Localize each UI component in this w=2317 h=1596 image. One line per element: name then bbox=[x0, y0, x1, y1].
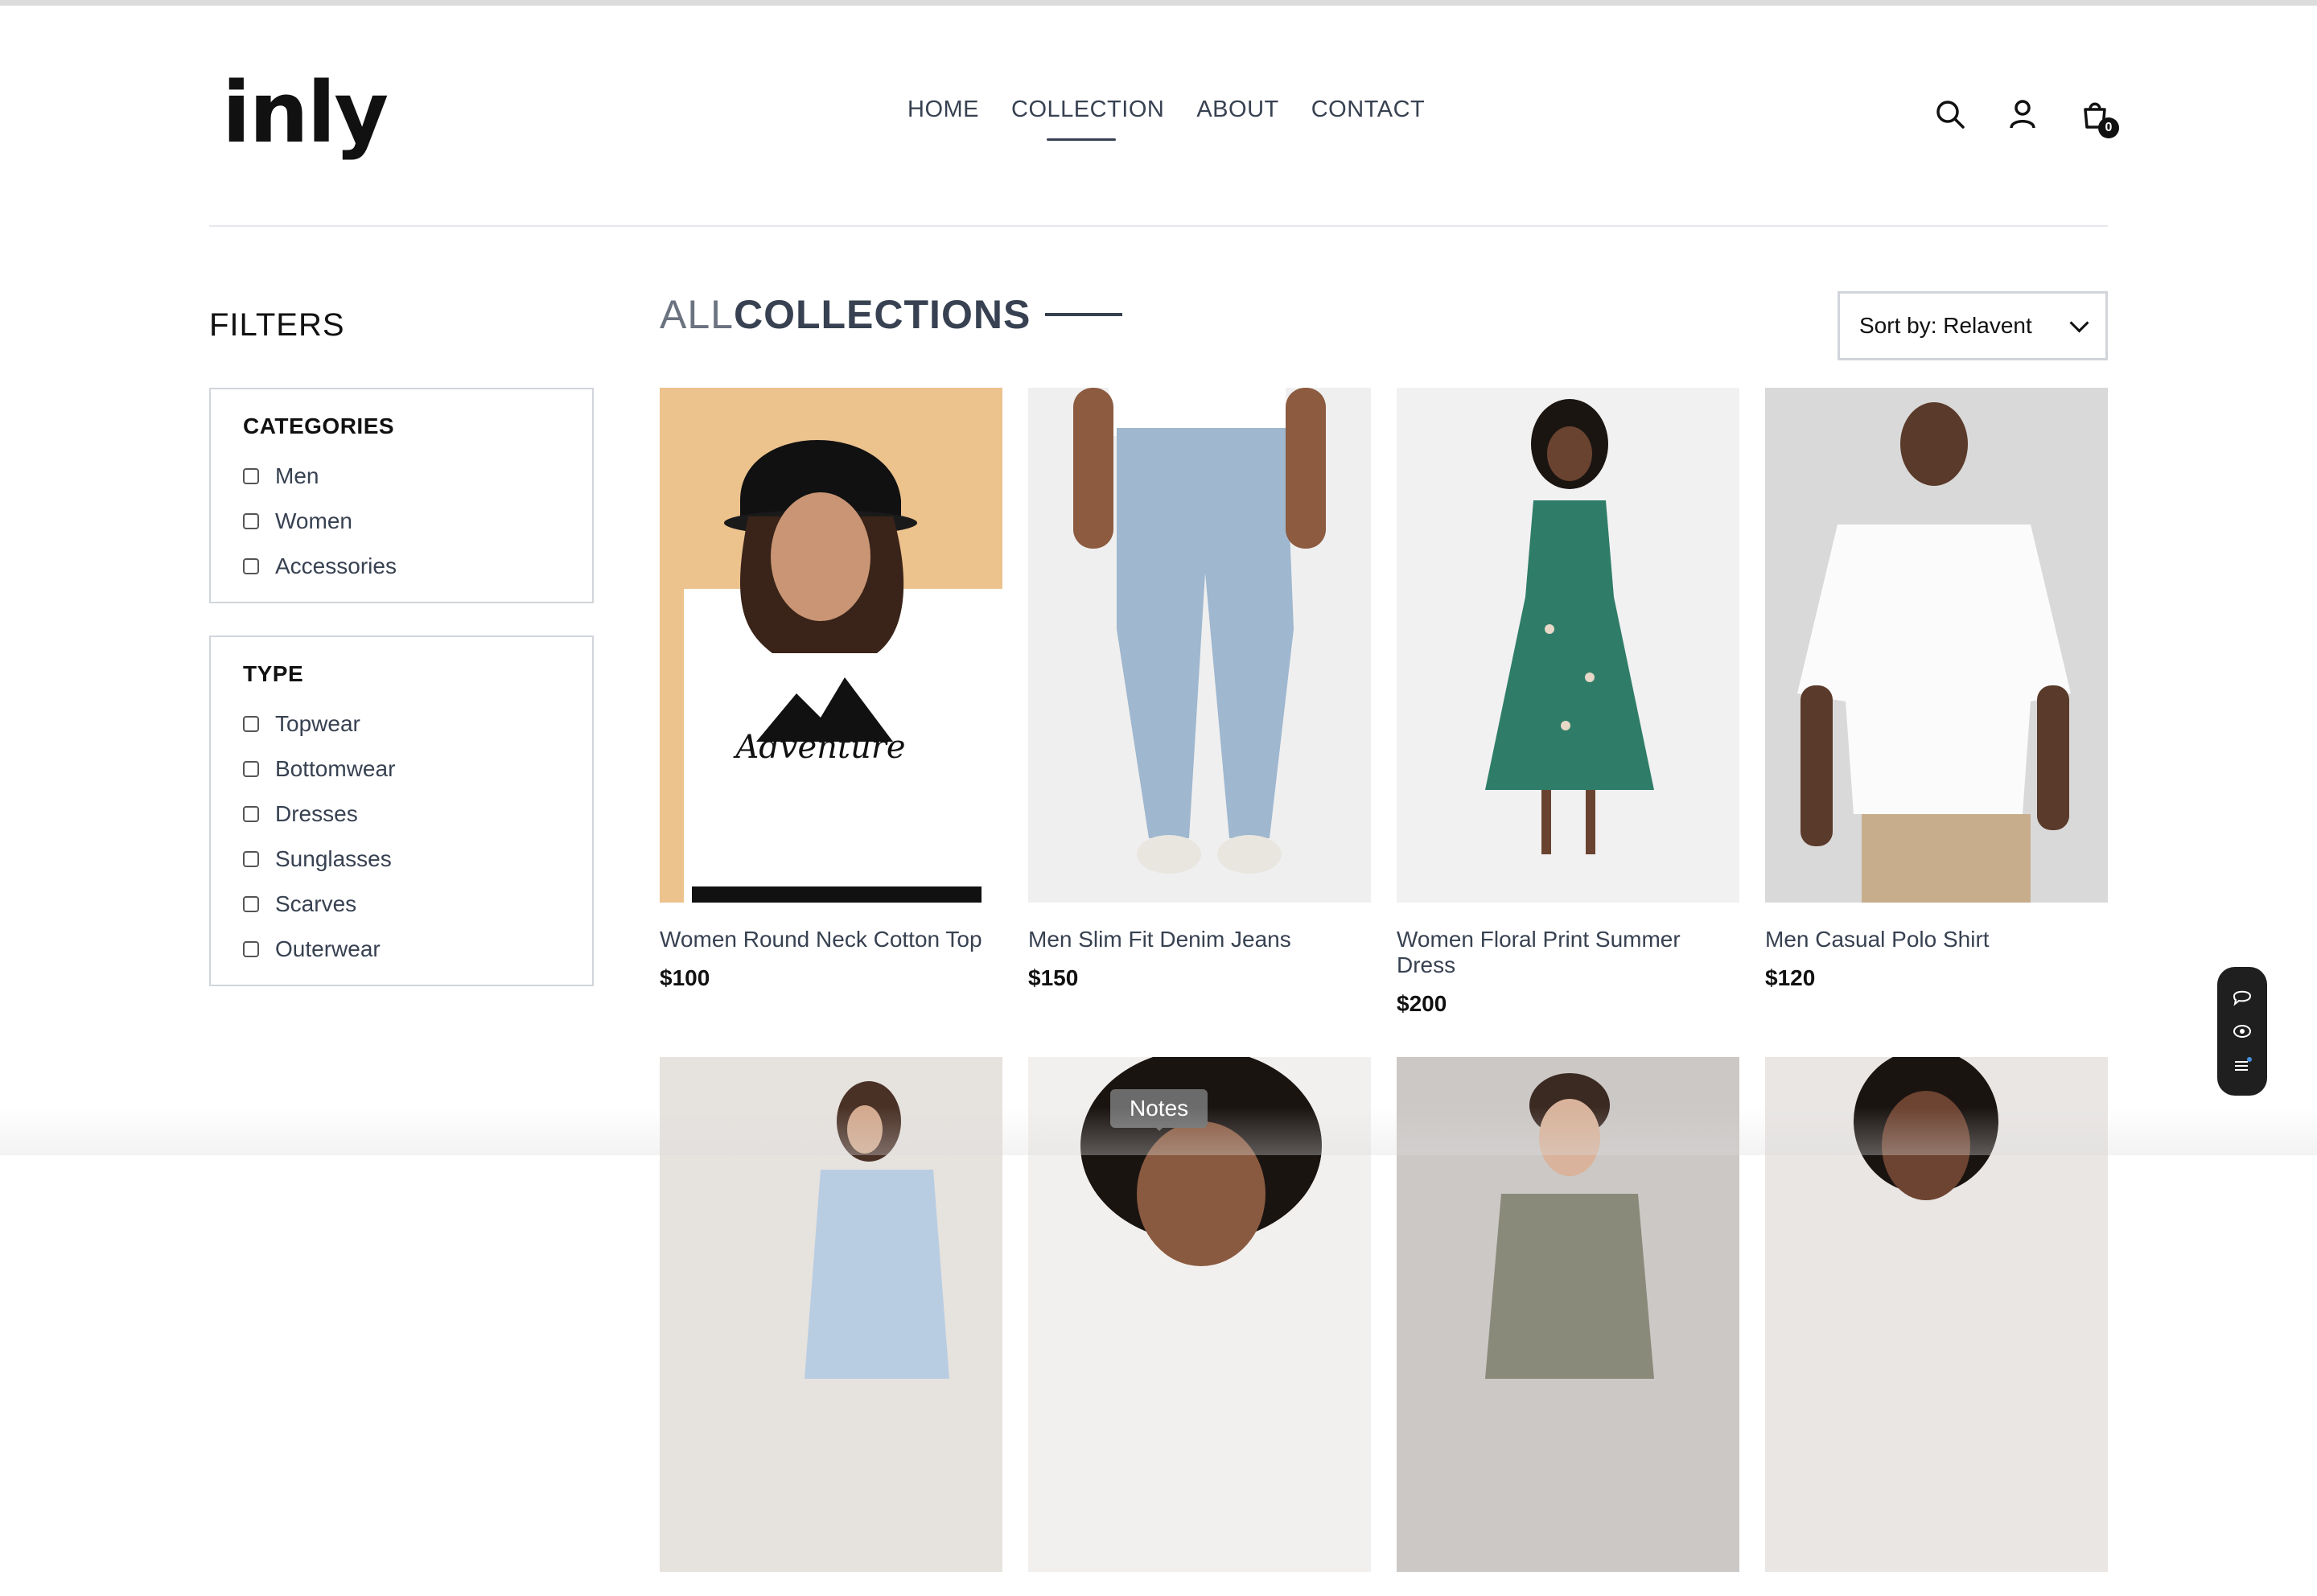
product-card[interactable] bbox=[1397, 1057, 1739, 1596]
checkbox[interactable] bbox=[243, 806, 259, 822]
filters-title: FILTERS bbox=[209, 307, 345, 343]
option-label: Outerwear bbox=[275, 936, 381, 961]
categories-heading: CATEGORIES bbox=[243, 413, 395, 438]
option-label: Topwear bbox=[275, 711, 360, 736]
filter-option-accessories[interactable]: Accessories bbox=[243, 544, 560, 589]
checkbox[interactable] bbox=[243, 716, 259, 732]
filter-option-bottomwear[interactable]: Bottomwear bbox=[243, 747, 560, 792]
main-nav: HOME COLLECTION ABOUT CONTACT bbox=[907, 97, 1426, 141]
option-label: Men bbox=[275, 463, 319, 488]
title-light: ALL bbox=[660, 292, 734, 337]
filter-option-sunglasses[interactable]: Sunglasses bbox=[243, 837, 560, 882]
sort-select[interactable]: Sort by: Relavent bbox=[1838, 291, 2108, 360]
option-label: Bottomwear bbox=[275, 756, 396, 781]
product-card[interactable]: Women Floral Print Summer Dress $200 bbox=[1397, 388, 1739, 1017]
filter-option-dresses[interactable]: Dresses bbox=[243, 792, 560, 837]
categories-filter: CATEGORIES Men Women Accessories bbox=[209, 388, 594, 603]
user-icon[interactable] bbox=[2006, 98, 2039, 130]
product-name[interactable]: Men Casual Polo Shirt bbox=[1765, 927, 2108, 952]
chat-icon[interactable] bbox=[2232, 986, 2253, 1007]
product-image[interactable] bbox=[1397, 1057, 1739, 1572]
option-label: Women bbox=[275, 508, 352, 533]
option-label: Dresses bbox=[275, 801, 358, 826]
product-price: $100 bbox=[660, 965, 710, 990]
cart-icon[interactable]: 0 bbox=[2079, 98, 2119, 138]
product-image[interactable] bbox=[1765, 388, 2108, 903]
checkbox[interactable] bbox=[243, 558, 259, 574]
cart-count-badge: 0 bbox=[2098, 117, 2119, 138]
nav-about[interactable]: ABOUT bbox=[1196, 97, 1278, 123]
product-card[interactable] bbox=[1028, 1057, 1371, 1596]
notes-tooltip: Notes bbox=[1110, 1089, 1208, 1128]
product-card[interactable]: Men Casual Polo Shirt $120 bbox=[1765, 388, 2108, 1017]
type-heading: TYPE bbox=[243, 661, 304, 686]
filter-option-men[interactable]: Men bbox=[243, 454, 560, 499]
window-top-border bbox=[0, 0, 2317, 6]
nav-collection[interactable]: COLLECTION bbox=[1011, 97, 1164, 141]
product-grid: Adventure Women Round Neck Cotton Top $1… bbox=[660, 388, 2108, 1596]
product-image[interactable] bbox=[1028, 1057, 1371, 1572]
nav-contact[interactable]: CONTACT bbox=[1311, 97, 1426, 123]
eye-icon[interactable] bbox=[2232, 1021, 2253, 1042]
product-card[interactable] bbox=[1765, 1057, 2108, 1596]
checkbox[interactable] bbox=[243, 851, 259, 867]
header-icons: 0 bbox=[1934, 98, 2119, 138]
sort-selected-label: Sort by: Relavent bbox=[1859, 313, 2032, 338]
product-name[interactable]: Men Slim Fit Denim Jeans bbox=[1028, 927, 1371, 952]
filter-option-scarves[interactable]: Scarves bbox=[243, 882, 560, 927]
product-price: $150 bbox=[1028, 965, 1079, 990]
product-image[interactable] bbox=[1765, 1057, 2108, 1572]
product-image[interactable] bbox=[1397, 388, 1739, 903]
option-label: Accessories bbox=[275, 553, 397, 578]
product-image[interactable] bbox=[660, 1057, 1002, 1572]
product-image[interactable] bbox=[1028, 388, 1371, 903]
title-dark: COLLECTIONS bbox=[733, 292, 1031, 337]
product-price: $120 bbox=[1765, 965, 1816, 990]
filter-option-outerwear[interactable]: Outerwear bbox=[243, 927, 560, 972]
product-name[interactable]: Women Floral Print Summer Dress bbox=[1397, 927, 1739, 978]
filter-option-women[interactable]: Women bbox=[243, 499, 560, 544]
title-dash bbox=[1045, 313, 1123, 316]
chevron-down-icon bbox=[2069, 312, 2089, 333]
list-icon[interactable] bbox=[2232, 1055, 2253, 1076]
checkbox[interactable] bbox=[243, 896, 259, 912]
filter-option-topwear[interactable]: Topwear bbox=[243, 701, 560, 747]
product-card[interactable]: Men Slim Fit Denim Jeans $150 bbox=[1028, 388, 1371, 1017]
option-label: Sunglasses bbox=[275, 846, 392, 871]
search-icon[interactable] bbox=[1934, 98, 1966, 130]
svg-text:Adventure: Adventure bbox=[732, 729, 905, 766]
nav-home[interactable]: HOME bbox=[907, 97, 979, 123]
checkbox[interactable] bbox=[243, 761, 259, 777]
product-card[interactable]: Adventure Women Round Neck Cotton Top $1… bbox=[660, 388, 1002, 1017]
floating-toolbar bbox=[2217, 967, 2267, 1096]
product-name[interactable]: Women Round Neck Cotton Top bbox=[660, 927, 1002, 952]
header-divider bbox=[209, 225, 2108, 227]
product-image[interactable]: Adventure bbox=[660, 388, 1002, 903]
brand-logo[interactable]: inly bbox=[222, 71, 389, 154]
checkbox[interactable] bbox=[243, 513, 259, 529]
type-filter: TYPE Topwear Bottomwear Dresses Sunglass… bbox=[209, 636, 594, 986]
checkbox[interactable] bbox=[243, 941, 259, 957]
product-price: $200 bbox=[1397, 991, 1447, 1016]
product-card[interactable] bbox=[660, 1057, 1002, 1596]
checkbox[interactable] bbox=[243, 468, 259, 484]
option-label: Scarves bbox=[275, 891, 357, 916]
page-title: ALL COLLECTIONS bbox=[660, 291, 1123, 338]
